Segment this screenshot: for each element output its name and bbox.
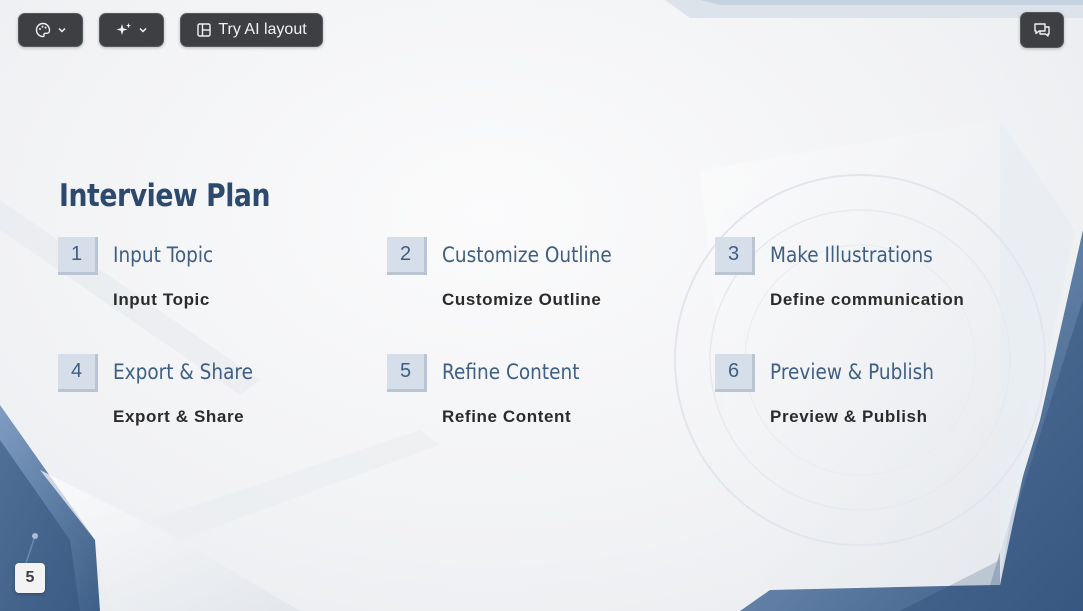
slide-canvas[interactable]: Try AI layout Interview Plan 1 Input Top… xyxy=(0,0,1083,611)
step-item-2[interactable]: 2 Customize Outline Customize Outline xyxy=(387,237,707,317)
step-description: Export & Share xyxy=(113,407,245,426)
step-description: Define communication xyxy=(770,290,965,309)
step-item-6[interactable]: 6 Preview & Publish Preview & Publish xyxy=(715,354,1035,434)
theme-button[interactable] xyxy=(18,13,83,47)
ai-magic-button[interactable] xyxy=(99,13,164,47)
step-description: Input Topic xyxy=(113,290,210,309)
layout-icon xyxy=(196,22,212,38)
comment-icon xyxy=(1033,22,1051,38)
step-description: Customize Outline xyxy=(442,290,602,309)
step-heading: Preview & Publish xyxy=(770,360,934,384)
step-item-4[interactable]: 4 Export & Share Export & Share xyxy=(58,354,378,434)
step-heading: Refine Content xyxy=(442,360,580,384)
step-heading: Export & Share xyxy=(113,360,253,384)
try-ai-layout-label: Try AI layout xyxy=(218,21,307,38)
step-number: 6 xyxy=(715,354,755,392)
step-item-5[interactable]: 5 Refine Content Refine Content xyxy=(387,354,707,434)
page-number-badge: 5 xyxy=(15,563,45,593)
step-description: Refine Content xyxy=(442,407,572,426)
step-heading: Input Topic xyxy=(113,243,214,267)
chevron-down-icon xyxy=(57,25,67,35)
step-heading: Customize Outline xyxy=(442,243,612,267)
step-number: 5 xyxy=(387,354,427,392)
step-heading: Make Illustrations xyxy=(770,243,933,267)
step-item-3[interactable]: 3 Make Illustrations Define communicatio… xyxy=(715,237,1035,317)
step-number: 3 xyxy=(715,237,755,275)
comment-button[interactable] xyxy=(1020,12,1064,48)
palette-icon xyxy=(35,22,51,38)
slide-title[interactable]: Interview Plan xyxy=(59,178,270,214)
try-ai-layout-button[interactable]: Try AI layout xyxy=(180,13,323,47)
chevron-down-icon xyxy=(138,25,148,35)
step-number: 4 xyxy=(58,354,98,392)
sparkle-icon xyxy=(116,22,132,38)
step-number: 1 xyxy=(58,237,98,275)
step-description: Preview & Publish xyxy=(770,407,928,426)
step-item-1[interactable]: 1 Input Topic Input Topic xyxy=(58,237,378,317)
step-number: 2 xyxy=(387,237,427,275)
